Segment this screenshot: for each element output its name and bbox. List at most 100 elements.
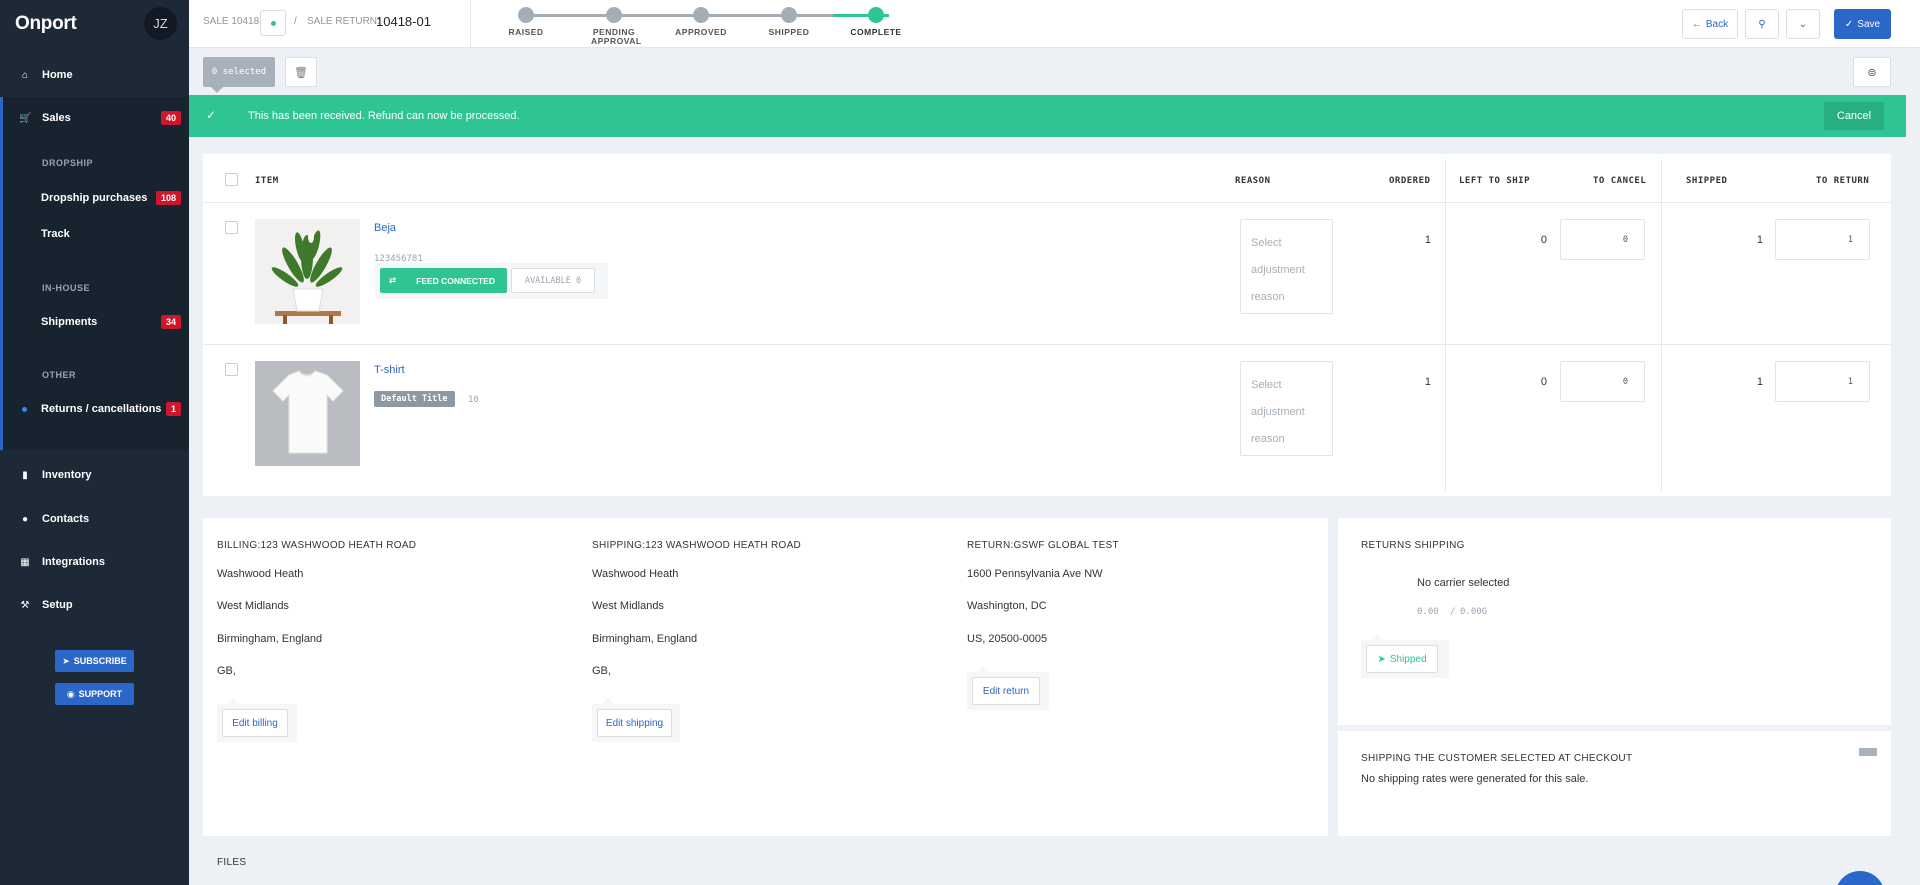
send-icon: ➤	[1377, 653, 1386, 665]
feed-status-group: ⇄ FEED CONNECTED AVAILABLE 0	[375, 263, 608, 299]
sales-count-badge: 40	[160, 111, 181, 125]
info-badge-icon[interactable]	[1859, 748, 1877, 756]
available-badge: AVAILABLE 0	[511, 268, 595, 293]
layers-button[interactable]: ⊜	[1853, 57, 1891, 87]
to-cancel-input[interactable]: 0	[1560, 219, 1645, 260]
success-banner: ✓ This has been received. Refund can now…	[189, 95, 1906, 137]
sidebar-item-dropship-purchases[interactable]: Dropship purchases 108	[0, 178, 189, 218]
grid-icon: ▦	[20, 556, 30, 568]
edit-return-button[interactable]: Edit return	[972, 677, 1040, 705]
search-icon: ⚲	[1758, 18, 1766, 30]
col-reason: REASON	[1235, 176, 1271, 186]
avatar[interactable]: JZ	[144, 7, 177, 40]
select-all-checkbox[interactable]	[225, 173, 238, 186]
header-divider	[203, 202, 1891, 203]
ordered-value: 1	[1424, 234, 1431, 246]
divider	[470, 0, 471, 47]
sidebar-item-integrations[interactable]: ▦ Integrations	[0, 542, 189, 582]
cost-separator: /	[1450, 607, 1456, 617]
to-cancel-input[interactable]: 0	[1560, 361, 1645, 402]
step-circle-icon	[693, 7, 709, 23]
breadcrumb-sale[interactable]: SALE 10418	[203, 16, 259, 27]
cart-icon: 🛒	[19, 112, 32, 124]
back-label: Back	[1705, 18, 1729, 30]
delete-button[interactable]: 🗑	[285, 57, 317, 87]
returns-count-badge: 1	[165, 402, 181, 416]
checkout-shipping-title: SHIPPING THE CUSTOMER SELECTED AT CHECKO…	[1361, 753, 1633, 764]
dropship-count-badge: 108	[155, 191, 181, 205]
to-return-input[interactable]: 1	[1775, 361, 1870, 402]
item-sku: 10	[468, 395, 479, 405]
row-checkbox[interactable]	[225, 363, 238, 376]
col-item: ITEM	[255, 176, 279, 186]
product-image-plant[interactable]	[255, 219, 360, 324]
return-number: 10418-01	[376, 14, 431, 29]
breadcrumb-separator: /	[294, 16, 297, 27]
step-raised: RAISED	[476, 7, 576, 37]
step-complete: COMPLETE	[826, 7, 926, 37]
billing-address: BILLING:123 WASHWOOD HEATH ROAD	[217, 540, 416, 551]
step-label: APPROVED	[675, 27, 727, 37]
feed-connected-badge[interactable]: ⇄ FEED CONNECTED	[380, 268, 507, 293]
sync-icon: ⇄	[389, 275, 397, 285]
cancel-button[interactable]: Cancel	[1824, 102, 1884, 130]
row-divider	[203, 344, 1891, 345]
product-image-tshirt[interactable]	[255, 361, 360, 466]
layers-icon: ⊜	[1867, 66, 1877, 79]
sidebar-item-shipments[interactable]: Shipments 34	[0, 302, 189, 342]
sidebar-item-sales[interactable]: 🛒 Sales 40	[0, 98, 189, 138]
sidebar-item-setup[interactable]: ⚒ Setup	[0, 585, 189, 625]
active-dot-icon	[22, 406, 27, 412]
status-indicator[interactable]	[260, 10, 286, 36]
sidebar-item-home[interactable]: ⌂ Home	[0, 55, 189, 95]
shipments-count-badge: 34	[160, 315, 181, 329]
reason-placeholder: Select	[1251, 379, 1282, 391]
sidebar-item-returns[interactable]: Returns / cancellations 1	[0, 389, 189, 429]
wrench-icon: ⚒	[20, 599, 30, 611]
sidebar-item-label: Inventory	[42, 469, 92, 481]
carrier-status: No carrier selected	[1417, 577, 1510, 589]
item-name-link[interactable]: Beja	[374, 222, 396, 234]
shipped-button[interactable]: ➤ Shipped	[1366, 645, 1438, 673]
address-line: Washington, DC	[967, 600, 1047, 612]
edit-billing-group: Edit billing	[217, 698, 297, 742]
address-line: GB,	[217, 665, 236, 677]
address-line: Birmingham, England	[217, 633, 323, 645]
shipping-cost: 0.00	[1417, 607, 1439, 617]
selected-count-button[interactable]: 0 selected	[203, 57, 275, 93]
item-name-link[interactable]: T-shirt	[374, 364, 405, 376]
column-divider	[1661, 159, 1662, 492]
save-button[interactable]: ✓ Save	[1834, 9, 1891, 39]
sidebar-item-track[interactable]: Track	[0, 214, 189, 254]
sidebar-item-contacts[interactable]: ● Contacts	[0, 499, 189, 539]
step-label: RAISED	[508, 27, 544, 37]
to-return-input[interactable]: 1	[1775, 219, 1870, 260]
back-button[interactable]: ← Back	[1682, 9, 1738, 39]
address-line: West Midlands	[217, 600, 289, 612]
edit-shipping-button[interactable]: Edit shipping	[597, 709, 672, 737]
shipped-label: Shipped	[1389, 653, 1427, 665]
address-line: 1600 Pennsylvania Ave NW	[967, 568, 1103, 580]
chat-launcher-button[interactable]	[1835, 871, 1885, 885]
reason-placeholder: adjustment	[1251, 264, 1305, 276]
row-checkbox[interactable]	[225, 221, 238, 234]
shipping-address: SHIPPING:123 WASHWOOD HEATH ROAD	[592, 540, 801, 551]
sidebar-item-inventory[interactable]: ▮ Inventory	[0, 455, 189, 495]
edit-billing-button[interactable]: Edit billing	[222, 709, 288, 737]
column-divider	[1445, 159, 1446, 492]
brand-logo: Onport	[15, 12, 77, 34]
subscribe-button[interactable]: ➤ SUBSCRIBE	[55, 650, 134, 672]
more-dropdown-button[interactable]: ⌄	[1786, 9, 1820, 39]
shipped-value: 1	[1756, 376, 1763, 388]
search-button[interactable]: ⚲	[1745, 9, 1779, 39]
shipped-value: 1	[1756, 234, 1763, 246]
sidebar-item-label: Shipments	[41, 316, 98, 328]
sidebar-item-label: Sales	[42, 112, 71, 124]
reason-select[interactable]: Select adjustment reason	[1240, 361, 1333, 456]
breadcrumb-return-label: SALE RETURN:	[307, 16, 380, 27]
sidebar-item-label: Integrations	[42, 556, 105, 568]
col-ordered: ORDERED	[1389, 176, 1431, 186]
reason-select[interactable]: Select adjustment reason	[1240, 219, 1333, 314]
reason-placeholder: Select	[1251, 237, 1282, 249]
support-button[interactable]: ◉ SUPPORT	[55, 683, 134, 705]
